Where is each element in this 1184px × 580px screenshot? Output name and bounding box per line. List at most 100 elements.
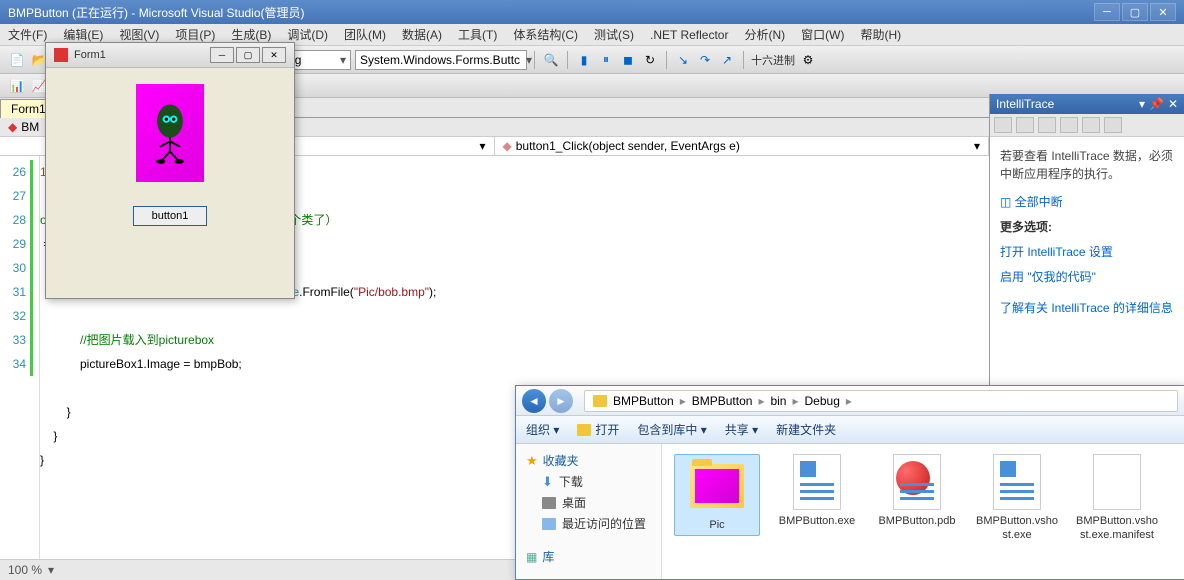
restart-icon[interactable]: ↻: [641, 51, 659, 69]
breadcrumb[interactable]: BMPButton▸ BMPButton▸ bin▸ Debug▸: [584, 390, 1178, 412]
stepover-icon[interactable]: ↷: [696, 51, 714, 69]
back-button[interactable]: ◄: [522, 389, 546, 413]
forward-button[interactable]: ►: [549, 389, 573, 413]
panel-tb-icon[interactable]: [1038, 117, 1056, 133]
nav-downloads[interactable]: ⬇ 下载: [526, 471, 657, 492]
panel-tb-icon[interactable]: [1082, 117, 1100, 133]
vs-titlebar: BMPButton (正在运行) - Microsoft Visual Stud…: [0, 0, 1184, 24]
favorites-header[interactable]: ★ 收藏夹: [526, 450, 657, 471]
new-folder-button[interactable]: 新建文件夹: [776, 421, 836, 438]
menu-item[interactable]: 窗口(W): [801, 26, 844, 43]
zoom-level[interactable]: 100 %: [8, 563, 42, 577]
close-panel-icon[interactable]: ✕: [1168, 97, 1178, 111]
panel-tb-icon[interactable]: [994, 117, 1012, 133]
menu-item[interactable]: 数据(A): [402, 26, 442, 43]
bc-item[interactable]: bin: [770, 394, 786, 408]
organize-menu[interactable]: 组织 ▾: [526, 421, 559, 438]
break-all-link[interactable]: ◫ 全部中断: [1000, 193, 1174, 210]
file-item[interactable]: BMPButton.vshost.exe: [974, 454, 1060, 543]
stepinto-icon[interactable]: ↘: [674, 51, 692, 69]
nav-right[interactable]: ◆ button1_Click(object sender, EventArgs…: [495, 137, 990, 155]
panel-tb-icon[interactable]: [1016, 117, 1034, 133]
panel-title: IntelliTrace: [996, 97, 1054, 111]
pause-icon[interactable]: ⏸: [597, 51, 615, 69]
t2-icon[interactable]: 📊: [8, 77, 26, 95]
find-icon[interactable]: 🔍: [542, 51, 560, 69]
method-icon: ◆: [503, 139, 512, 153]
explorer-nav: ★ 收藏夹 ⬇ 下载 桌面 最近访问的位置 ▦ 库: [516, 444, 662, 579]
intelli-message: 若要查看 IntelliTrace 数据，必须中断应用程序的执行。: [1000, 147, 1174, 183]
menu-item[interactable]: .NET Reflector: [650, 28, 728, 42]
file-item[interactable]: BMPButton.exe: [774, 454, 860, 528]
open-button[interactable]: 打开: [577, 421, 619, 438]
button1[interactable]: button1: [133, 206, 208, 226]
library-header[interactable]: ▦ 库: [526, 546, 657, 567]
file-tab-label: BM: [21, 120, 39, 134]
nav-desktop[interactable]: 桌面: [526, 492, 657, 513]
bc-item[interactable]: BMPButton: [613, 394, 674, 408]
stop-icon[interactable]: ◼: [619, 51, 637, 69]
panel-tb-icon[interactable]: [1104, 117, 1122, 133]
file-icon: ◆: [8, 120, 17, 134]
form1-body: button1: [46, 68, 294, 298]
form1-maximize[interactable]: ▢: [236, 47, 260, 63]
panel-tb-icon[interactable]: [1060, 117, 1078, 133]
bc-item[interactable]: Debug: [805, 394, 840, 408]
explorer-window: ◄ ► BMPButton▸ BMPButton▸ bin▸ Debug▸ 组织…: [515, 385, 1184, 580]
line-gutter: 262728293031323334: [0, 156, 40, 576]
form1-minimize[interactable]: ─: [210, 47, 234, 63]
bc-item[interactable]: BMPButton: [692, 394, 753, 408]
menu-item[interactable]: 调试(D): [287, 26, 328, 43]
more-options-label: 更多选项:: [1000, 218, 1174, 235]
nav-recent[interactable]: 最近访问的位置: [526, 513, 657, 534]
platform-value: System.Windows.Forms.Buttc: [360, 53, 520, 67]
menu-item[interactable]: 文件(F): [8, 26, 47, 43]
vs-title-text: BMPButton (正在运行) - Microsoft Visual Stud…: [8, 4, 1094, 21]
stepout-icon[interactable]: ↗: [718, 51, 736, 69]
form1-icon: [54, 48, 68, 62]
step-icon[interactable]: ▮: [575, 51, 593, 69]
menu-item[interactable]: 编辑(E): [63, 26, 103, 43]
menu-item[interactable]: 分析(N): [744, 26, 785, 43]
menu-item[interactable]: 生成(B): [231, 26, 271, 43]
maximize-button[interactable]: ▢: [1122, 3, 1148, 21]
close-button[interactable]: ✕: [1150, 3, 1176, 21]
file-item[interactable]: BMPButton.vshost.exe.manifest: [1074, 454, 1160, 543]
menu-item[interactable]: 测试(S): [594, 26, 634, 43]
explorer-toolbar: 组织 ▾ 打开 包含到库中 ▾ 共享 ▾ 新建文件夹: [516, 416, 1184, 444]
file-item[interactable]: Pic: [674, 454, 760, 536]
menu-item[interactable]: 体系结构(C): [513, 26, 578, 43]
menu-item[interactable]: 视图(V): [119, 26, 159, 43]
tab-label: Form1.: [11, 102, 49, 116]
intelli-link-learn[interactable]: 了解有关 IntelliTrace 的详细信息: [1000, 299, 1174, 316]
explorer-titlebar: ◄ ► BMPButton▸ BMPButton▸ bin▸ Debug▸: [516, 386, 1184, 416]
nav-method-label: button1_Click(object sender, EventArgs e…: [516, 139, 740, 153]
platform-dropdown[interactable]: System.Windows.Forms.Buttc▾: [355, 50, 527, 70]
menu-item[interactable]: 帮助(H): [860, 26, 901, 43]
minimize-button[interactable]: ─: [1094, 3, 1120, 21]
picturebox: [136, 84, 204, 182]
panel-header: IntelliTrace ▾ 📌 ✕: [990, 94, 1184, 114]
menu-item[interactable]: 工具(T): [458, 26, 497, 43]
menu-item[interactable]: 项目(P): [175, 26, 215, 43]
panel-controls: ▾ 📌 ✕: [1139, 97, 1178, 111]
pin-icon[interactable]: 📌: [1149, 97, 1164, 111]
intelli-link-settings[interactable]: 打开 IntelliTrace 设置: [1000, 243, 1174, 260]
tool-icon[interactable]: ⚙: [799, 51, 817, 69]
dropdown-icon[interactable]: ▾: [1139, 97, 1145, 111]
form1-window: Form1 ─ ▢ ✕ button1: [45, 42, 295, 299]
menu-item[interactable]: 团队(M): [344, 26, 386, 43]
file-item[interactable]: BMPButton.pdb: [874, 454, 960, 528]
form1-title-text: Form1: [74, 49, 210, 61]
hex-label[interactable]: 十六进制: [751, 52, 795, 68]
intelli-link-mycode[interactable]: 启用 "仅我的代码": [1000, 268, 1174, 285]
share-menu[interactable]: 共享 ▾: [725, 421, 758, 438]
file-list: PicBMPButton.exeBMPButton.pdbBMPButton.v…: [662, 444, 1184, 579]
new-icon[interactable]: 📄: [8, 51, 26, 69]
explorer-main: ★ 收藏夹 ⬇ 下载 桌面 最近访问的位置 ▦ 库 PicBMPButton.e…: [516, 444, 1184, 579]
form1-titlebar[interactable]: Form1 ─ ▢ ✕: [46, 43, 294, 68]
folder-icon: [593, 395, 607, 407]
panel-toolbar: [990, 114, 1184, 137]
library-menu[interactable]: 包含到库中 ▾: [637, 421, 706, 438]
form1-close[interactable]: ✕: [262, 47, 286, 63]
